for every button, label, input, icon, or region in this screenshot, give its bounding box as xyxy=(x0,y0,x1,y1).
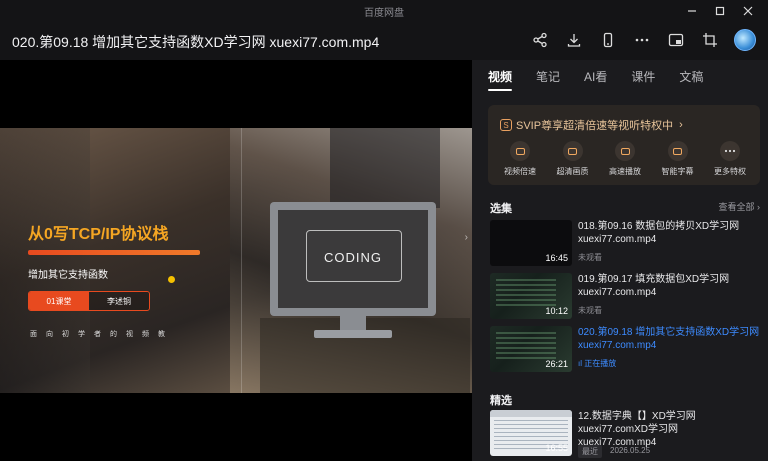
svip-icon: S xyxy=(500,119,512,131)
section-title-selection: 选集 xyxy=(490,203,512,215)
svip-headline: SVIP尊享超清倍速等视听特权中 xyxy=(516,120,674,132)
tag-author: 李述铜 xyxy=(89,292,149,310)
screen-text: CODING xyxy=(324,250,382,265)
play-icon xyxy=(615,141,635,161)
episode-title: 020.第09.18 增加其它支持函数XD学习网 xuexi77.com.mp4 xyxy=(578,327,760,351)
tab-transcript[interactable]: 文稿 xyxy=(679,68,703,91)
picks-thumbnail[interactable]: 16:55 xyxy=(490,410,572,456)
episode-title: 018.第09.16 数据包的拷贝XD学习网 xuexi77.com.mp4 xyxy=(578,221,740,245)
decor-dot xyxy=(168,276,175,283)
title-underline xyxy=(28,250,200,255)
course-title: 从0写TCP/IP协议栈 xyxy=(28,226,169,243)
video-player[interactable]: 从0写TCP/IP协议栈 增加其它支持函数 01课堂 李述铜 面向初学者的视频教… xyxy=(0,60,472,461)
download-icon[interactable] xyxy=(558,27,590,53)
tag-course: 01课堂 xyxy=(29,292,89,310)
recent-badge: 最近 xyxy=(578,445,602,458)
perk-label: 更多特权 xyxy=(714,167,746,176)
share-icon[interactable] xyxy=(524,27,556,53)
more-icon[interactable] xyxy=(626,27,658,53)
svip-header[interactable]: S SVIP尊享超清倍速等视听特权中 › xyxy=(500,117,683,133)
episode-duration: 26:21 xyxy=(545,359,568,369)
building-shape xyxy=(330,128,440,208)
picks-title[interactable]: 12.数据字典【】XD学习网 xuexi77.comXD学习网 xuexi77.… xyxy=(578,410,758,449)
episode-duration: 16:45 xyxy=(545,253,568,263)
section-title-picks: 精选 xyxy=(490,395,512,407)
monitor-graphic: CODING xyxy=(270,202,436,316)
perk-label: 高速播放 xyxy=(609,167,641,176)
course-desc: 面向初学者的视频教 xyxy=(30,331,174,338)
episode-item[interactable]: 10:12 019.第09.17 填充数据包XD学习网 xuexi77.com.… xyxy=(490,273,762,321)
window-controls xyxy=(678,2,762,20)
speed-icon xyxy=(510,141,530,161)
divider xyxy=(241,128,242,393)
svip-card: S SVIP尊享超清倍速等视听特权中 › 视频倍速 超清画质 高速播放 智能字幕 xyxy=(488,105,760,185)
chevron-right-icon[interactable]: › xyxy=(465,232,468,243)
hd-icon xyxy=(562,141,583,161)
toolbar xyxy=(522,27,756,53)
episode-thumbnail: 16:45 xyxy=(490,220,572,266)
episode-status: ıl 正在播放 xyxy=(578,358,616,369)
app-name: 百度网盘 xyxy=(364,8,404,19)
crop-icon[interactable] xyxy=(694,27,726,53)
perk-label: 超清画质 xyxy=(556,167,589,176)
episode-thumbnail: 26:21 xyxy=(490,326,572,372)
perk-label: 视频倍速 xyxy=(504,167,536,176)
subtitle-icon xyxy=(667,141,688,161)
panel-tabs: 视频 笔记 AI看 课件 文稿 xyxy=(488,68,727,91)
episode-status: 未观看 xyxy=(578,253,602,262)
file-title: 020.第09.18 增加其它支持函数XD学习网 xuexi77.com.mp4 xyxy=(12,34,380,50)
perk-label: 智能字幕 xyxy=(661,167,694,176)
course-subtitle: 增加其它支持函数 xyxy=(28,270,108,281)
chevron-right-icon: › xyxy=(757,202,760,212)
video-frame[interactable]: 从0写TCP/IP协议栈 增加其它支持函数 01课堂 李述铜 面向初学者的视频教… xyxy=(0,128,472,393)
monitor-base xyxy=(314,330,392,338)
phone-icon[interactable] xyxy=(592,27,624,53)
monitor-screen: CODING xyxy=(278,210,428,308)
tab-courseware[interactable]: 课件 xyxy=(631,68,655,91)
view-all-label: 查看全部 xyxy=(718,202,755,212)
perk-hd[interactable]: 超清画质 xyxy=(547,141,599,177)
chevron-right-icon: › xyxy=(679,119,683,131)
picture-in-picture-icon[interactable] xyxy=(660,27,692,53)
episode-status: 未观看 xyxy=(578,306,602,315)
episode-title: 019.第09.17 填充数据包XD学习网 xuexi77.com.mp4 xyxy=(578,274,730,298)
close-icon[interactable] xyxy=(734,2,762,20)
perk-fast-play[interactable]: 高速播放 xyxy=(599,141,651,177)
side-panel: 视频 笔记 AI看 课件 文稿 S SVIP尊享超清倍速等视听特权中 › 视频倍… xyxy=(472,60,768,461)
picks-date: 2026.05.25 xyxy=(610,446,651,455)
perk-subtitle[interactable]: 智能字幕 xyxy=(652,141,704,177)
tab-notes[interactable]: 笔记 xyxy=(536,68,560,91)
avatar[interactable] xyxy=(734,29,756,51)
episode-item[interactable]: 16:45 018.第09.16 数据包的拷贝XD学习网 xuexi77.com… xyxy=(490,220,762,268)
svip-perks: 视频倍速 超清画质 高速播放 智能字幕 更多特权 xyxy=(494,141,756,177)
perk-more[interactable]: 更多特权 xyxy=(704,141,756,177)
tab-ai[interactable]: AI看 xyxy=(584,68,607,91)
episode-thumbnail: 10:12 xyxy=(490,273,572,319)
episode-duration: 10:12 xyxy=(545,306,568,316)
perk-speed[interactable]: 视频倍速 xyxy=(494,141,546,177)
minimize-icon[interactable] xyxy=(678,2,706,20)
tab-video[interactable]: 视频 xyxy=(488,68,513,91)
view-all-link[interactable]: 查看全部 › xyxy=(718,200,760,213)
episode-item-current[interactable]: 26:21 020.第09.18 增加其它支持函数XD学习网 xuexi77.c… xyxy=(490,326,762,374)
building-shape xyxy=(0,128,90,393)
title-bar: 百度网盘 020.第09.18 增加其它支持函数XD学习网 xuexi77.co… xyxy=(0,0,768,60)
more-icon xyxy=(720,141,740,161)
maximize-icon[interactable] xyxy=(706,2,734,20)
episode-status-text: 正在播放 xyxy=(584,359,617,368)
picks-duration: 16:55 xyxy=(545,443,568,453)
course-tags: 01课堂 李述铜 xyxy=(28,291,150,311)
